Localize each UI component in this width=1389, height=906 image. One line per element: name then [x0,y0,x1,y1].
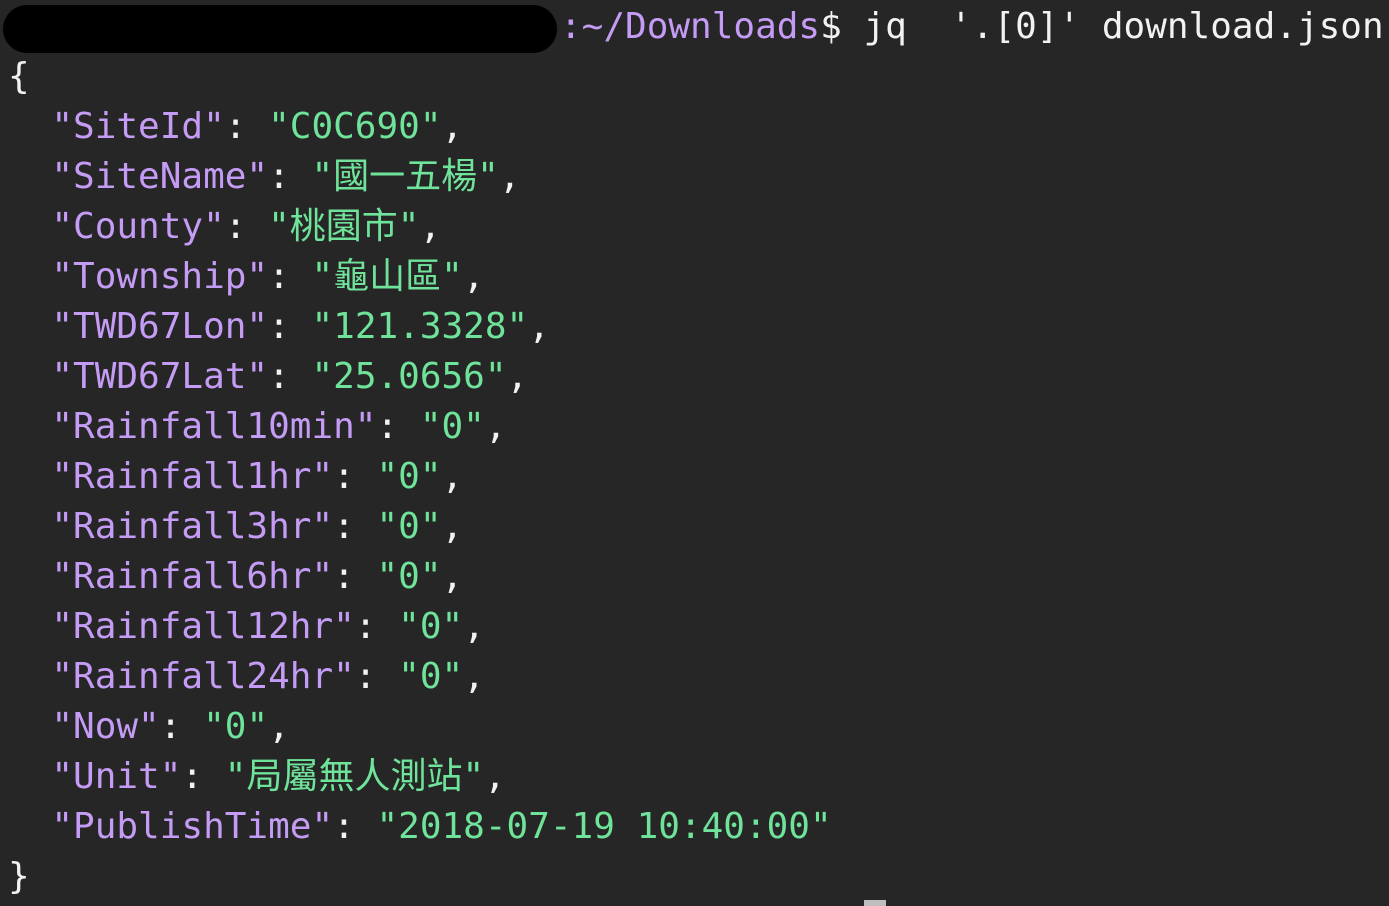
json-key: "Rainfall10min" [51,406,377,447]
json-value: "25.0656" [311,356,507,397]
json-value: "2018-07-19 10:40:00" [376,806,832,847]
json-value: "0" [203,706,269,747]
json-key: "Rainfall24hr" [51,656,355,697]
json-key: "PublishTime" [51,806,334,847]
open-brace: { [8,56,30,97]
json-comma: , [528,306,550,347]
json-value: "局屬無人測站" [224,756,485,797]
json-comma: , [268,706,290,747]
json-entry-line: "Rainfall6hr": "0", [51,556,464,597]
json-entry-line: "TWD67Lon": "121.3328", [51,306,550,347]
json-comma: , [441,456,464,497]
json-entry-line: "Rainfall12hr": "0", [51,606,485,647]
json-value: "0" [376,506,442,547]
json-key: "Rainfall1hr" [51,456,334,497]
prompt-symbol: $ [820,6,864,47]
json-value: "0" [398,606,464,647]
json-entry-line: "Rainfall24hr": "0", [51,656,485,697]
json-key: "Rainfall3hr" [51,506,334,547]
json-value: "龜山區" [311,256,463,297]
json-comma: , [419,206,442,247]
json-value: "0" [398,656,464,697]
json-entry-line: "SiteId": "C0C690", [51,106,464,147]
json-value: "0" [376,456,442,497]
json-key: "SiteName" [51,156,269,197]
json-value: "0" [376,556,442,597]
json-key: "Unit" [51,756,182,797]
json-key: "Rainfall12hr" [51,606,355,647]
json-comma: , [498,156,521,197]
json-comma: , [441,106,464,147]
json-entry-line: "PublishTime": "2018-07-19 10:40:00" [51,806,832,847]
json-value: "桃園市" [268,206,420,247]
json-comma: , [441,506,464,547]
json-value: "國一五楊" [311,156,499,197]
json-key: "TWD67Lat" [51,356,269,397]
json-entry-line: "Rainfall10min": "0", [51,406,507,447]
json-key: "Now" [51,706,160,747]
terminal-window[interactable]: :~/Downloads$ jq '.[0]' download.json { … [0,0,1389,906]
json-entry-line: "Rainfall3hr": "0", [51,506,464,547]
json-entry-line: "SiteName": "國一五楊", [51,156,521,197]
json-comma: , [484,756,506,797]
json-value: "C0C690" [268,106,442,147]
json-entry-line: "County": "桃園市", [51,206,442,247]
json-key: "TWD67Lon" [51,306,269,347]
prompt-line: :~/Downloads$ jq '.[0]' download.json [560,2,1384,52]
command-text: jq '.[0]' download.json [863,6,1384,47]
json-key: "Township" [51,256,269,297]
json-entry-line: "Now": "0", [51,706,290,747]
json-comma: , [463,606,485,647]
json-entry-line: "Unit": "局屬無人測站", [51,756,506,797]
json-comma: , [506,356,529,397]
json-comma: , [484,406,507,447]
json-comma: , [463,656,485,697]
prompt-path: :~/Downloads [560,6,821,47]
json-value: "0" [419,406,485,447]
json-entry-line: "Township": "龜山區", [51,256,485,297]
json-comma: , [441,556,464,597]
json-value: "121.3328" [311,306,529,347]
close-brace: } [8,856,30,897]
terminal-cursor [864,900,886,906]
json-key: "SiteId" [51,106,225,147]
json-entry-line: "Rainfall1hr": "0", [51,456,464,497]
json-entry-line: "TWD67Lat": "25.0656", [51,356,529,397]
json-key: "County" [51,206,225,247]
redacted-username-host [3,5,557,53]
json-key: "Rainfall6hr" [51,556,334,597]
json-comma: , [462,256,485,297]
